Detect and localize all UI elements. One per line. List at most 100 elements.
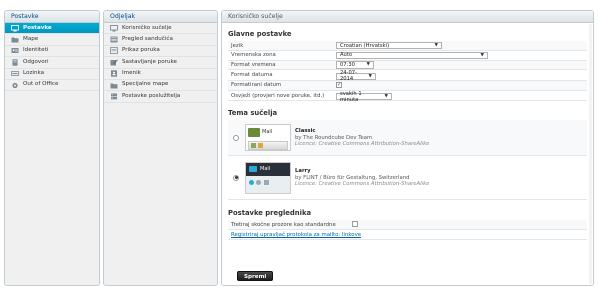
section-item-label: Pregled sandučića [122, 35, 173, 42]
skin-option-larry[interactable]: Mail Larry by FLINT / Büro für Gestaltun… [228, 156, 587, 201]
sections-header: Odjeljak [104, 11, 217, 23]
chevron-down-icon: ▼ [384, 94, 388, 100]
section-item-mailbox-view[interactable]: Pregled sandučića [104, 34, 217, 46]
default-popup-checkbox[interactable] [352, 220, 358, 227]
general-settings-title: Glavne postavke [228, 30, 292, 38]
chevron-down-icon: ▼ [368, 73, 372, 79]
chevron-down-icon: ▼ [366, 62, 370, 68]
scrollbar[interactable] [589, 24, 592, 284]
skin-name: Larry [295, 167, 311, 174]
table-row: Registriraj upravljač protokola za mailt… [228, 229, 587, 241]
section-item-addressbook[interactable]: Imenik [104, 69, 217, 80]
theme-title: Tema sučelja [228, 109, 278, 118]
settings-tab-identiteti[interactable]: Identiteti [5, 46, 99, 58]
pretty-date-checkbox[interactable]: ✓ [336, 82, 342, 89]
toolbar-icon [251, 143, 256, 149]
mail-logo-icon [249, 165, 257, 172]
table-row: Tretiraj skočne prozore kao standardne [228, 220, 587, 231]
skin-radio-larry[interactable] [233, 174, 239, 181]
chevron-down-icon: ▼ [434, 43, 438, 49]
compose-icon [110, 59, 118, 66]
settings-tab-mape[interactable]: Mape [5, 34, 99, 46]
server-icon [110, 93, 118, 100]
settings-tab-odgovori[interactable]: Odgovori [5, 57, 99, 69]
language-label: Jezik [228, 41, 336, 52]
settings-tabs-header: Postavke [5, 11, 99, 23]
section-item-label: Postavke poslužitelja [122, 92, 181, 99]
refresh-select-value: svakih 1 minuta [340, 90, 362, 103]
refresh-label: Osvježi (provjeri nove poruke, itd.) [228, 90, 336, 102]
settings-tab-label: Odgovori [23, 58, 49, 65]
browser-settings-section: Postavke preglednika Tretiraj skočne pro… [228, 209, 587, 241]
monitor-icon [110, 24, 118, 32]
language-select-value: Croatian (Hrvatski) [340, 42, 390, 49]
settings-tab-label: Mape [23, 35, 39, 42]
reply-document-icon [11, 59, 19, 66]
table-row: Vremenska zona Auto ▼ [228, 50, 587, 61]
date-format-select[interactable]: 24-07-2014 ▼ [336, 70, 376, 82]
protocol-handler-link[interactable]: Registriraj upravljač protokola za mailt… [231, 232, 361, 238]
settings-tab-out-of-office[interactable]: Out of Office [5, 80, 99, 92]
browser-settings-table: Tretiraj skočne prozore kao standardne R… [228, 220, 587, 241]
sections-list: Korisničko sučelje Pregled sandučića Pri… [104, 23, 217, 103]
skin-name: Classic [295, 127, 316, 134]
identity-card-icon [11, 48, 19, 54]
table-row: Formatirani datum ✓ [228, 80, 587, 91]
settings-tab-label: Lozinka [23, 70, 45, 77]
theme-section: Tema sučelja Mail Classic by The Roundcu… [228, 109, 587, 201]
pretty-date-label: Formatirani datum [228, 80, 336, 91]
time-format-select[interactable]: 07:30 ▼ [336, 61, 374, 69]
timezone-select[interactable]: Auto ▼ [336, 51, 488, 60]
section-item-compose[interactable]: Sastavljanje poruke [104, 57, 217, 69]
timezone-select-value: Auto [340, 52, 353, 59]
section-item-message-view[interactable]: Prikaz poruka [104, 46, 217, 58]
time-format-select-value: 07:30 [340, 61, 355, 68]
section-item-label: Sastavljanje poruke [122, 58, 177, 65]
time-format-label: Format vremena [228, 60, 336, 71]
settings-tab-postavke[interactable]: Postavke [5, 23, 99, 35]
timezone-label: Vremenska zona [228, 50, 336, 61]
settings-tabs-list: Postavke Mape Identiteti Odgovori Lozink… [5, 23, 99, 92]
date-format-label: Format datuma [228, 69, 336, 82]
language-select[interactable]: Croatian (Hrvatski) ▼ [336, 41, 442, 50]
section-item-special-folders[interactable]: Specijalne mape [104, 80, 217, 92]
skin-thumbnail-classic: Mail [245, 124, 291, 152]
message-view-icon [110, 47, 118, 55]
default-popup-label: Tretiraj skočne prozore kao standardne [228, 220, 352, 231]
section-item-ui[interactable]: Korisničko sučelje [104, 23, 217, 35]
monitor-icon [11, 24, 19, 32]
section-item-server[interactable]: Postavke poslužitelja [104, 91, 217, 103]
skin-info-larry: Larry by FLINT / Büro für Gestaltung, Sw… [295, 168, 429, 188]
section-item-label: Prikaz poruka [122, 47, 160, 54]
skin-author: by The Roundcube Dev Team [295, 134, 373, 141]
settings-tabs-panel: Postavke Postavke Mape Identiteti Odgovo… [4, 10, 100, 286]
section-item-label: Imenik [122, 70, 141, 77]
settings-tab-lozinka[interactable]: Lozinka [5, 69, 99, 80]
folder-icon [11, 37, 19, 43]
password-icon [11, 71, 19, 77]
general-settings-table: Jezik Croatian (Hrvatski) ▼ Vremenska zon… [228, 41, 587, 103]
mail-logo-icon [248, 128, 260, 138]
toolbar-icon [256, 179, 261, 185]
section-item-label: Specijalne mape [122, 81, 169, 88]
toolbar-icon [258, 143, 263, 149]
skin-radio-classic[interactable] [233, 134, 239, 141]
table-row: Jezik Croatian (Hrvatski) ▼ [228, 41, 587, 52]
chevron-down-icon: ▼ [480, 52, 484, 58]
save-button[interactable]: Spremi [237, 271, 274, 281]
skin-option-classic[interactable]: Mail Classic by The Roundcube Dev Team L… [228, 120, 587, 157]
settings-tab-label: Out of Office [23, 81, 59, 88]
table-row: Format datuma 24-07-2014 ▼ [228, 69, 587, 82]
gear-icon [11, 82, 19, 88]
general-settings-section: Glavne postavke Jezik Croatian (Hrvatski… [228, 30, 587, 103]
skin-info-classic: Classic by The Roundcube Dev Team Licenc… [295, 128, 429, 148]
refresh-select[interactable]: svakih 1 minuta ▼ [336, 90, 392, 103]
skin-thumbnail-larry: Mail [245, 161, 291, 194]
skin-license: Licence: Creative Commons Attribution-Sh… [295, 141, 430, 148]
browser-settings-title: Postavke preglednika [228, 209, 312, 218]
thumbnail-mail-label: Mail [262, 129, 273, 136]
settings-tab-label: Postavke [23, 24, 52, 31]
skin-license: Licence: Creative Commons Attribution-Sh… [295, 181, 430, 188]
mailbox-view-icon [110, 36, 118, 43]
special-folder-icon [110, 82, 118, 89]
